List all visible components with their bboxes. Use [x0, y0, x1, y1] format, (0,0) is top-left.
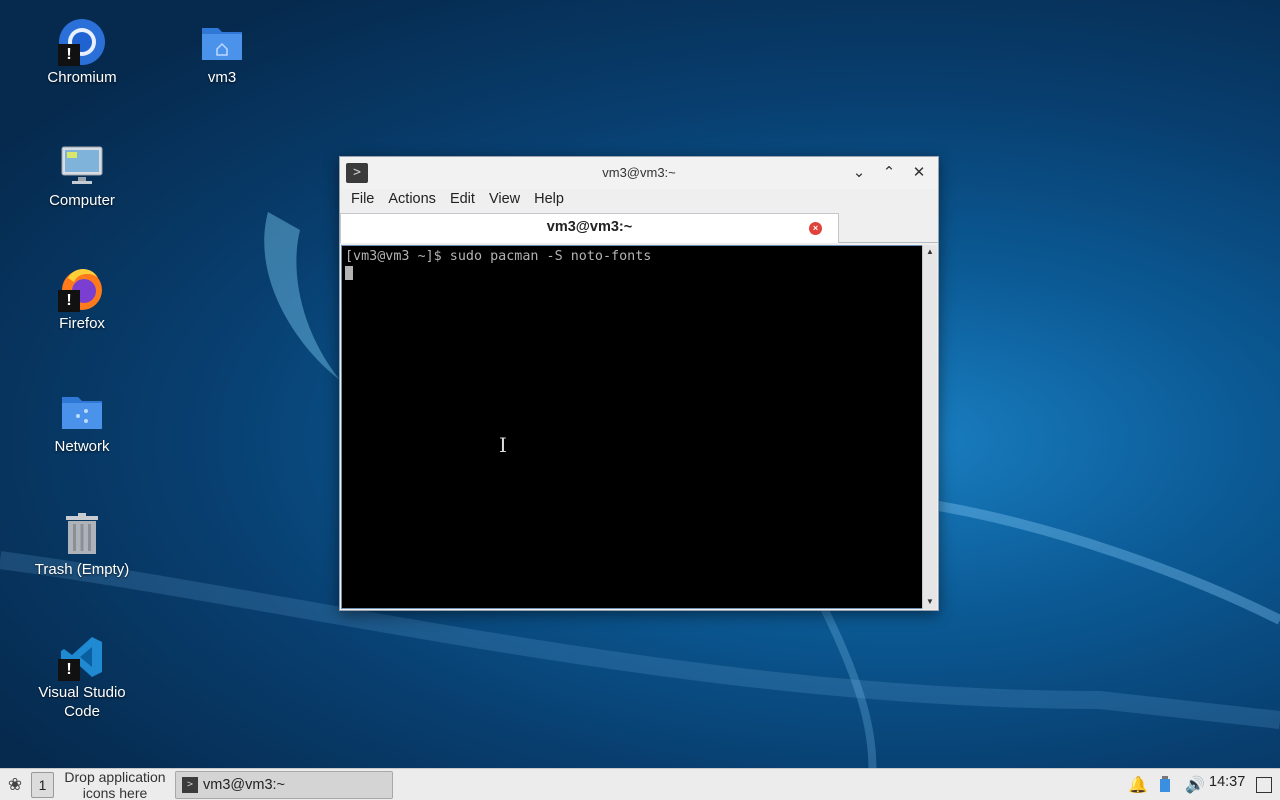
terminal-scrollbar[interactable]: ▲ ▼ [922, 245, 937, 609]
warning-badge: ! [58, 44, 80, 66]
trash-icon [58, 510, 106, 558]
terminal-task-icon: > [182, 777, 198, 793]
window-titlebar[interactable]: > vm3@vm3:~ ⌄ ⌃ ✕ [340, 157, 938, 189]
warning-badge: ! [58, 290, 80, 312]
scroll-up-arrow-icon[interactable]: ▲ [923, 245, 937, 259]
drop-hint-line2: icons here [82, 785, 148, 800]
desktop-icon-label: Computer [49, 192, 115, 209]
home-folder-icon [198, 18, 246, 66]
network-folder-icon [58, 387, 106, 435]
workspace-switcher[interactable]: 1 [31, 772, 54, 798]
terminal-cursor [345, 266, 353, 280]
ibeam-cursor-icon: I [499, 433, 507, 457]
computer-icon [58, 141, 106, 189]
terminal-area[interactable]: [vm3@vm3 ~]$ sudo pacman -S noto-fonts [341, 245, 923, 609]
menu-help[interactable]: Help [527, 189, 571, 211]
menu-actions[interactable]: Actions [381, 189, 443, 211]
chromium-icon: ! [58, 18, 106, 66]
desktop-icon-chromium[interactable]: ! Chromium [22, 18, 142, 87]
desktop-icon-label: Trash (Empty) [34, 561, 130, 578]
quicklaunch-drop-area: Drop application icons here [58, 769, 172, 800]
menu-bar: File Actions Edit View Help [340, 189, 938, 211]
notification-bell-icon[interactable]: 🔔 [1128, 775, 1148, 795]
terminal-tab[interactable]: vm3@vm3:~ × [340, 213, 839, 243]
terminal-window[interactable]: > vm3@vm3:~ ⌄ ⌃ ✕ File Actions Edit View… [339, 156, 939, 611]
volume-icon[interactable]: 🔊 [1185, 775, 1205, 795]
menu-file[interactable]: File [344, 189, 381, 211]
desktop-icon-label: Chromium [47, 69, 117, 86]
taskbar: ❀ 1 Drop application icons here > vm3@vm… [0, 768, 1280, 800]
desktop-icon-label: Firefox [59, 315, 105, 332]
desktop-icon-label: Network [54, 438, 110, 455]
start-menu-icon[interactable]: ❀ [2, 772, 28, 798]
desktop-icon-trash[interactable]: Trash (Empty) [22, 510, 142, 579]
terminal-command-line: [vm3@vm3 ~]$ sudo pacman -S noto-fonts [345, 249, 652, 264]
tab-label: vm3@vm3:~ [546, 219, 633, 235]
tab-bar: vm3@vm3:~ × [340, 211, 938, 243]
desktop-icon-vscode[interactable]: ! Visual Studio Code [22, 633, 142, 721]
show-desktop-icon[interactable] [1256, 777, 1272, 793]
clock[interactable]: 14:37 [1209, 774, 1245, 790]
drop-hint-line1: Drop application [64, 769, 166, 785]
task-label: vm3@vm3:~ [203, 777, 286, 793]
taskbar-task-terminal[interactable]: > vm3@vm3:~ [175, 771, 393, 799]
vscode-icon: ! [58, 633, 106, 681]
desktop-icon-computer[interactable]: Computer [22, 141, 142, 210]
desktop-icon-label: vm3 [207, 69, 237, 86]
close-button[interactable]: ✕ [907, 161, 931, 185]
menu-edit[interactable]: Edit [443, 189, 482, 211]
desktop-icon-vm3[interactable]: vm3 [162, 18, 282, 87]
removable-storage-icon[interactable] [1158, 775, 1172, 798]
desktop-icon-firefox[interactable]: ! Firefox [22, 264, 142, 333]
firefox-icon: ! [58, 264, 106, 312]
warning-badge: ! [58, 659, 80, 681]
menu-view[interactable]: View [482, 189, 527, 211]
tab-close-icon[interactable]: × [809, 222, 822, 235]
scroll-down-arrow-icon[interactable]: ▼ [923, 595, 937, 609]
maximize-button[interactable]: ⌃ [877, 161, 901, 185]
minimize-button[interactable]: ⌄ [847, 161, 871, 185]
desktop-icon-label: Visual Studio Code [38, 684, 126, 720]
desktop-icon-network[interactable]: Network [22, 387, 142, 456]
